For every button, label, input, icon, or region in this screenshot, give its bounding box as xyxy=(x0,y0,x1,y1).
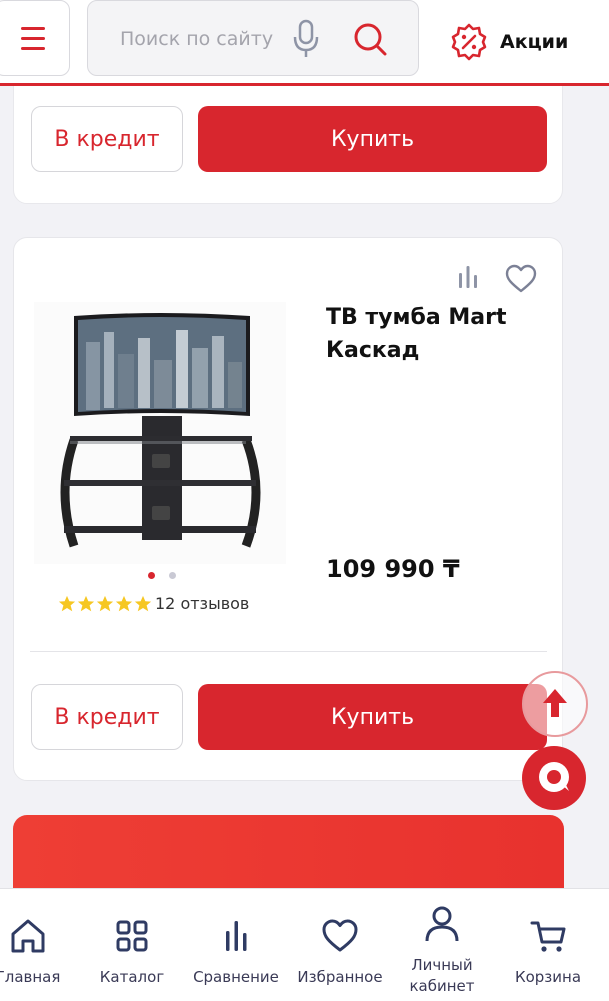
scroll-top-button[interactable] xyxy=(522,671,588,737)
star-icon xyxy=(58,595,76,611)
nav-cart[interactable]: Корзина xyxy=(508,889,588,1001)
nav-favorites[interactable]: Избранное xyxy=(292,889,388,1001)
user-icon xyxy=(425,906,459,942)
nav-label: Избранное xyxy=(297,968,383,986)
star-icon xyxy=(115,595,133,611)
search-icon[interactable] xyxy=(352,21,388,57)
heart-icon[interactable] xyxy=(505,264,537,294)
nav-label: Каталог xyxy=(99,968,165,986)
divider xyxy=(30,651,547,652)
bottom-nav: Главная Каталог Сравнение Избранное Личн… xyxy=(0,888,609,1001)
top-header: Поиск по сайту Акции xyxy=(0,0,609,86)
cart-icon xyxy=(530,921,566,952)
buy-button[interactable]: Купить xyxy=(198,684,547,750)
credit-button[interactable]: В кредит xyxy=(31,684,183,750)
star-icon xyxy=(96,595,114,611)
search-input[interactable]: Поиск по сайту xyxy=(87,0,419,76)
nav-label: Главная xyxy=(0,968,61,986)
heart-icon xyxy=(322,919,358,952)
promo-link[interactable]: Акции xyxy=(450,22,568,62)
nav-label: Корзина xyxy=(514,968,582,986)
menu-icon-bar xyxy=(21,47,45,50)
percent-badge-icon xyxy=(451,23,487,61)
compare-icon[interactable] xyxy=(457,265,479,289)
microphone-icon[interactable] xyxy=(291,19,321,59)
menu-icon xyxy=(21,27,45,30)
catalog-icon xyxy=(116,920,148,952)
nav-label: Личный кабинет xyxy=(409,956,475,995)
reviews-count[interactable]: 12 отзывов xyxy=(155,594,249,613)
product-image[interactable] xyxy=(34,302,286,564)
menu-icon-bar xyxy=(21,37,45,40)
nav-compare[interactable]: Сравнение xyxy=(186,889,286,1001)
buy-button[interactable]: Купить xyxy=(198,106,547,172)
chat-button[interactable] xyxy=(522,746,586,810)
image-dot-active[interactable] xyxy=(148,572,155,579)
image-dot[interactable] xyxy=(169,572,176,579)
star-icon xyxy=(134,595,152,611)
nav-label: Сравнение xyxy=(193,968,279,986)
rating: 12 отзывов xyxy=(58,594,249,613)
menu-button[interactable] xyxy=(0,0,70,76)
product-card[interactable]: ТВ тумба Mart Каскад 109 990 ₸ 12 отзыво… xyxy=(13,237,563,781)
product-title[interactable]: ТВ тумба Mart Каскад xyxy=(326,301,536,367)
nav-catalog[interactable]: Каталог xyxy=(92,889,172,1001)
arrow-up-icon xyxy=(543,689,567,717)
star-icon xyxy=(77,595,95,611)
credit-button[interactable]: В кредит xyxy=(31,106,183,172)
compare-icon xyxy=(226,921,247,951)
promo-label: Акции xyxy=(500,31,569,53)
nav-account[interactable]: Личный кабинет xyxy=(402,889,482,1001)
home-icon xyxy=(11,919,45,953)
nav-home[interactable]: Главная xyxy=(0,889,70,1001)
product-price: 109 990 ₸ xyxy=(326,555,460,583)
chat-icon xyxy=(539,762,569,792)
search-placeholder: Поиск по сайту xyxy=(120,28,274,50)
